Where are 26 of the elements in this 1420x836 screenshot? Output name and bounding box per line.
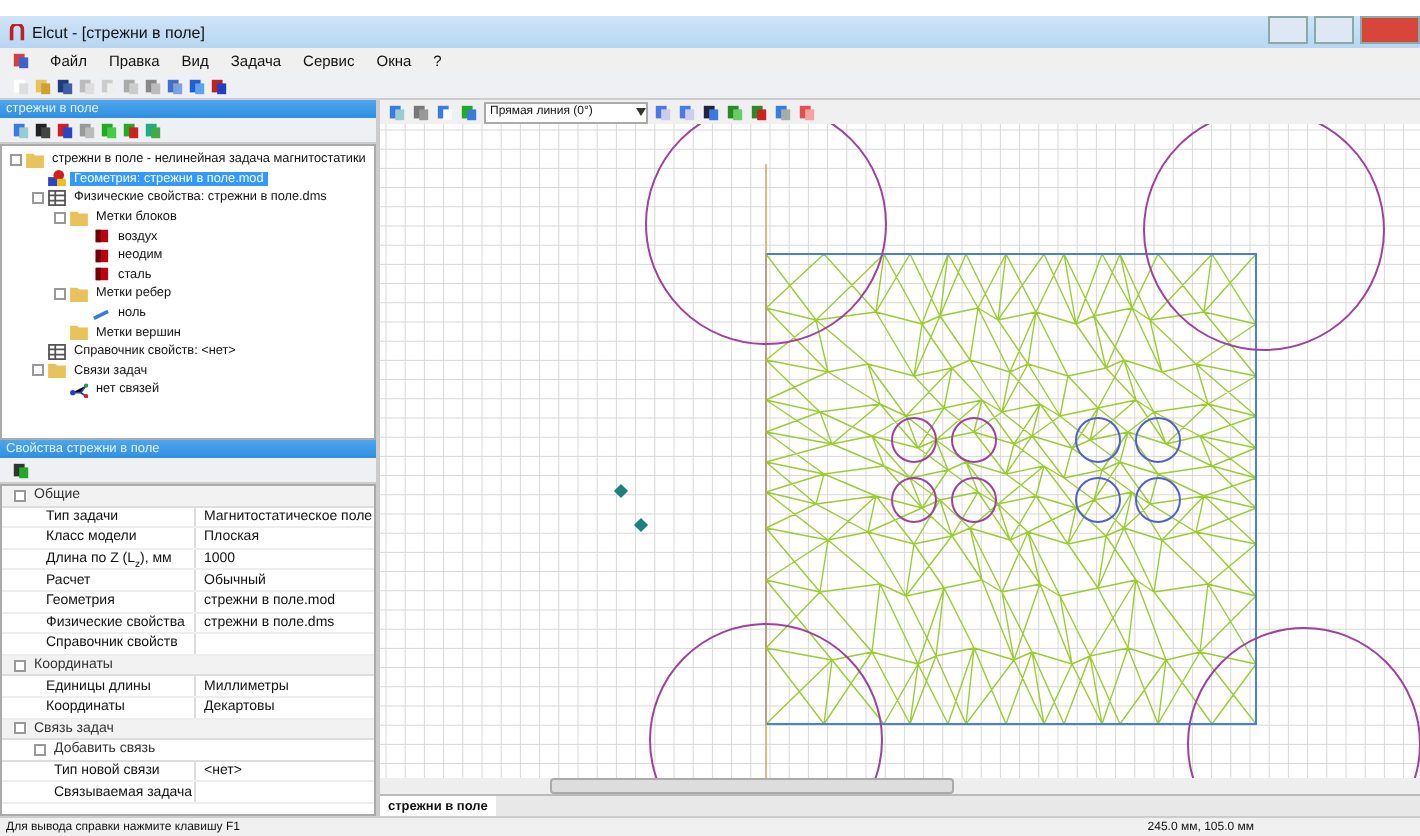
line-icon	[92, 305, 110, 322]
cube-icon	[92, 228, 110, 245]
folder-icon	[26, 151, 44, 168]
expand-toggle[interactable]	[54, 211, 66, 224]
folder-icon	[70, 285, 88, 302]
expand-toggle[interactable]	[54, 287, 66, 300]
table-icon	[48, 343, 66, 360]
collapse-toggle[interactable]	[14, 659, 26, 672]
point-marker	[633, 517, 649, 533]
scrollbar-thumb[interactable]	[550, 778, 954, 794]
expand-toggle[interactable]	[32, 191, 44, 204]
folder-icon	[70, 324, 88, 341]
window-title: Elcut - [стрежни в поле]	[32, 23, 205, 41]
cube-icon	[92, 266, 110, 283]
app-logo-icon	[8, 23, 26, 41]
caret-icon	[636, 108, 646, 116]
close-button[interactable]	[1360, 15, 1420, 43]
cube-icon	[92, 247, 110, 264]
link-icon	[70, 381, 88, 398]
expand-toggle[interactable]	[32, 364, 44, 377]
table-icon	[48, 189, 66, 206]
point-marker	[613, 483, 629, 499]
expand-toggle[interactable]	[10, 153, 22, 166]
folder-icon	[48, 362, 66, 379]
collapse-toggle[interactable]	[14, 489, 26, 502]
folder-icon	[70, 209, 88, 226]
